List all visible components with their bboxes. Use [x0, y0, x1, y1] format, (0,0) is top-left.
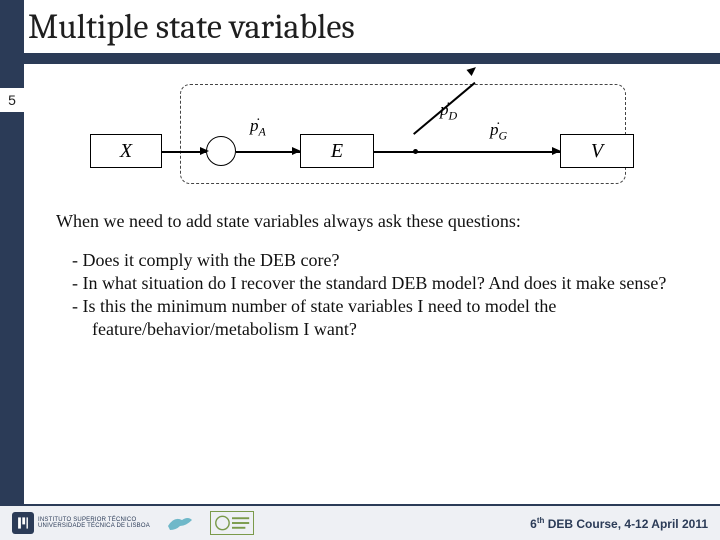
footer: INSTITUTO SUPERIOR TÉCNICO Universidade … [0, 504, 720, 540]
arrow-head-3 [552, 147, 561, 155]
ist-mark-icon [12, 512, 34, 534]
box-e: E [300, 134, 374, 168]
label-p-d: ·pD [440, 100, 457, 123]
bullet-1: - Does it comply with the DEB core? [56, 249, 676, 272]
junction-circle [206, 136, 236, 166]
lead-text: When we need to add state variables alwa… [56, 210, 676, 233]
logo-bird-icon [166, 512, 194, 534]
logo-ist-text: INSTITUTO SUPERIOR TÉCNICO Universidade … [38, 517, 150, 530]
branch-dot [413, 149, 418, 154]
title-inner: Multiple state variables [24, 0, 720, 56]
slide-title: Multiple state variables [28, 7, 355, 47]
box-x: X [90, 134, 162, 168]
flow-diagram: X E V ·pA ·pG ·pD [90, 80, 650, 190]
logo-ist: INSTITUTO SUPERIOR TÉCNICO Universidade … [12, 512, 150, 534]
arrow-circle-e [236, 151, 300, 153]
title-bar: Multiple state variables [0, 0, 720, 64]
body-text: When we need to add state variables alwa… [56, 210, 676, 341]
footer-course-text: 6th DEB Course, 4-12 April 2011 [530, 516, 708, 531]
footer-logos: INSTITUTO SUPERIOR TÉCNICO Universidade … [12, 511, 254, 535]
slide-number: 5 [0, 88, 24, 112]
box-v: V [560, 134, 634, 168]
bullet-2: - In what situation do I recover the sta… [56, 272, 676, 295]
slide: Multiple state variables 5 X E V ·pA ·pG [0, 0, 720, 540]
logo-qren-icon [210, 511, 254, 535]
arrow-e-v [374, 151, 560, 153]
label-p-g: ·pG [490, 120, 507, 143]
label-p-a: ·pA [250, 116, 266, 139]
left-stripe [0, 64, 24, 504]
bullet-3: - Is this the minimum number of state va… [56, 295, 676, 341]
arrow-head-2 [292, 147, 301, 155]
arrow-head-1 [200, 147, 209, 155]
